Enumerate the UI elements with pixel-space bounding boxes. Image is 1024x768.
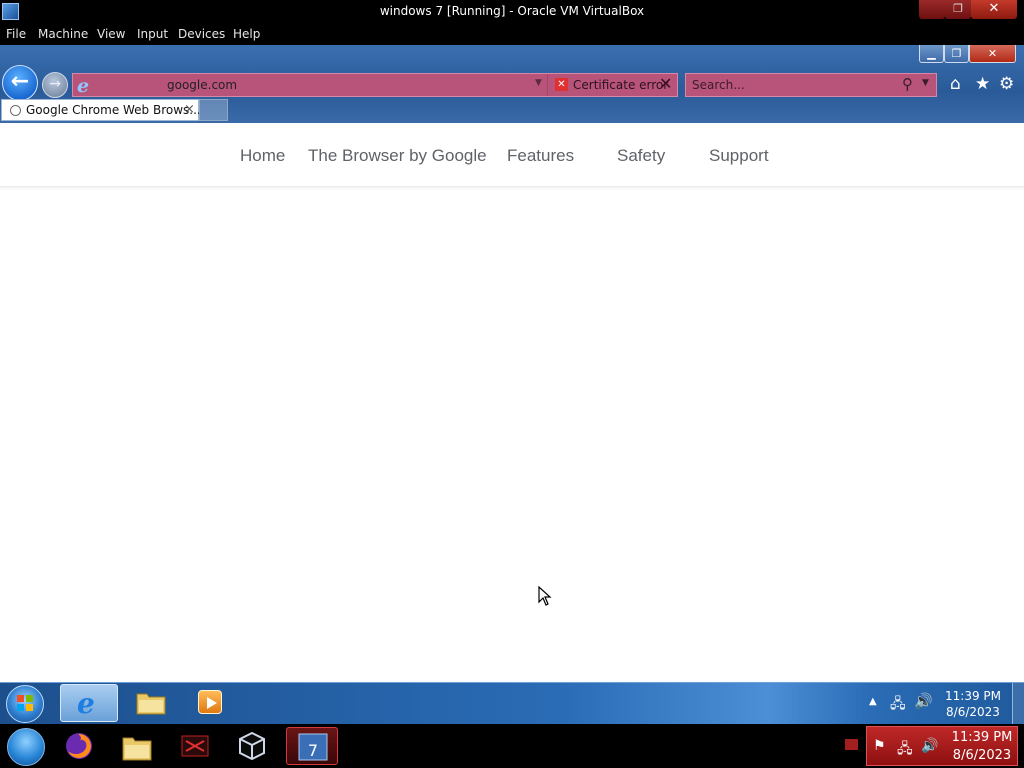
nav-support[interactable]: Support (709, 146, 769, 166)
tray-indicator-icon[interactable] (845, 739, 858, 750)
volume-icon[interactable]: 🔊 (914, 692, 933, 710)
search-input[interactable]: Search... (692, 78, 745, 92)
forward-arrow-icon[interactable]: → (42, 72, 68, 98)
guest-clock-time: 11:39 PM (945, 689, 1001, 703)
show-desktop-button[interactable] (1012, 683, 1024, 724)
close-button[interactable]: ✕ (971, 0, 1017, 19)
virtualbox-icon[interactable] (237, 731, 267, 761)
nav-safety[interactable]: Safety (617, 146, 665, 166)
guest-start-button[interactable] (6, 685, 44, 723)
screen: windows 7 [Running] - Oracle VM VirtualB… (0, 0, 1024, 768)
home-icon[interactable]: ⌂ (950, 74, 961, 94)
menu-file[interactable]: File (6, 27, 26, 41)
search-dropdown-icon[interactable]: ▼ (922, 78, 929, 88)
file-explorer-icon[interactable] (122, 732, 152, 762)
nav-the-browser-by-google[interactable]: The Browser by Google (308, 146, 487, 166)
ie-tab-bar: Google Chrome Web Brows... × (0, 98, 1024, 123)
ie-icon: e (77, 687, 95, 720)
host-clock-time: 11:39 PM (951, 730, 1013, 745)
web-page: Home The Browser by Google Features Safe… (0, 123, 1024, 682)
site-nav: Home The Browser by Google Features Safe… (0, 123, 1024, 187)
volume-icon[interactable]: 🔊 (921, 738, 938, 754)
tab-close-icon[interactable]: × (184, 102, 195, 117)
star-icon[interactable]: ★ (975, 74, 990, 94)
host-clock-date: 8/6/2023 (952, 748, 1012, 763)
ie-minimize-button[interactable]: ▁ (919, 45, 944, 63)
tray-overflow-icon[interactable]: ▲ (869, 696, 877, 707)
maximize-button[interactable]: ❐ (945, 0, 971, 19)
menu-devices[interactable]: Devices (178, 27, 225, 41)
host-task-vm-window[interactable]: 7 (286, 727, 338, 765)
stop-icon[interactable]: ✕ (659, 74, 672, 93)
menu-input[interactable]: Input (137, 27, 168, 41)
folder-icon[interactable] (136, 689, 166, 715)
new-tab-button[interactable] (199, 99, 228, 121)
loading-spinner-icon (10, 105, 21, 116)
menu-help[interactable]: Help (233, 27, 260, 41)
windows7-vm-icon: 7 (298, 733, 328, 761)
ie-close-button[interactable]: ✕ (969, 45, 1016, 63)
svg-text:7: 7 (308, 741, 318, 760)
address-url[interactable]: google.com (167, 78, 237, 92)
virtualbox-titlebar: windows 7 [Running] - Oracle VM VirtualB… (0, 0, 1024, 24)
tab-title[interactable]: Google Chrome Web Brows... (26, 103, 201, 117)
address-bar[interactable]: e google.com ▼ ✕ Certificate error ✕ (72, 73, 678, 97)
windows-logo-icon (17, 695, 34, 712)
firefox-icon[interactable] (64, 731, 94, 761)
host-taskbar: 7 ⚑ 🖧 🔊 11:39 PM 8/6/2023 (0, 724, 1024, 768)
media-player-icon[interactable] (198, 690, 222, 714)
window-title: windows 7 [Running] - Oracle VM VirtualB… (379, 4, 645, 18)
guest-task-internet-explorer[interactable]: e (60, 684, 118, 722)
action-center-flag-icon[interactable]: ⚑ (873, 738, 886, 754)
nav-features[interactable]: Features (507, 146, 574, 166)
host-clock[interactable]: 11:39 PM 8/6/2023 (947, 729, 1017, 765)
app-icon[interactable] (180, 731, 210, 761)
search-box[interactable]: Search... ⚲ ▼ (685, 73, 937, 97)
search-icon[interactable]: ⚲ (902, 75, 913, 93)
address-divider (547, 74, 548, 96)
gear-icon[interactable]: ⚙ (999, 74, 1014, 94)
address-dropdown-icon[interactable]: ▼ (535, 78, 542, 88)
virtualbox-menubar: File Machine View Input Devices Help (0, 24, 1024, 45)
network-icon[interactable]: 🖧 (897, 738, 913, 762)
menu-machine[interactable]: Machine (38, 27, 88, 41)
guest-clock-date: 8/6/2023 (946, 705, 1000, 719)
host-start-button[interactable] (7, 728, 45, 766)
tab-active[interactable]: Google Chrome Web Brows... × (1, 99, 201, 121)
back-arrow-icon[interactable]: ← (2, 65, 38, 101)
nav-home[interactable]: Home (240, 146, 285, 166)
ie-page-icon: e (77, 75, 90, 97)
minimize-button[interactable] (919, 0, 945, 19)
certificate-error-label[interactable]: Certificate error (573, 78, 668, 92)
guest-clock[interactable]: 11:39 PM 8/6/2023 (940, 688, 1006, 720)
host-notification-area: ⚑ 🖧 🔊 11:39 PM 8/6/2023 (866, 726, 1018, 766)
network-icon[interactable]: 🖧 (890, 693, 906, 717)
menu-view[interactable]: View (97, 27, 125, 41)
ie-maximize-button[interactable]: ❐ (944, 45, 969, 63)
certificate-error-icon[interactable]: ✕ (555, 78, 568, 91)
mouse-cursor-icon (538, 586, 552, 606)
